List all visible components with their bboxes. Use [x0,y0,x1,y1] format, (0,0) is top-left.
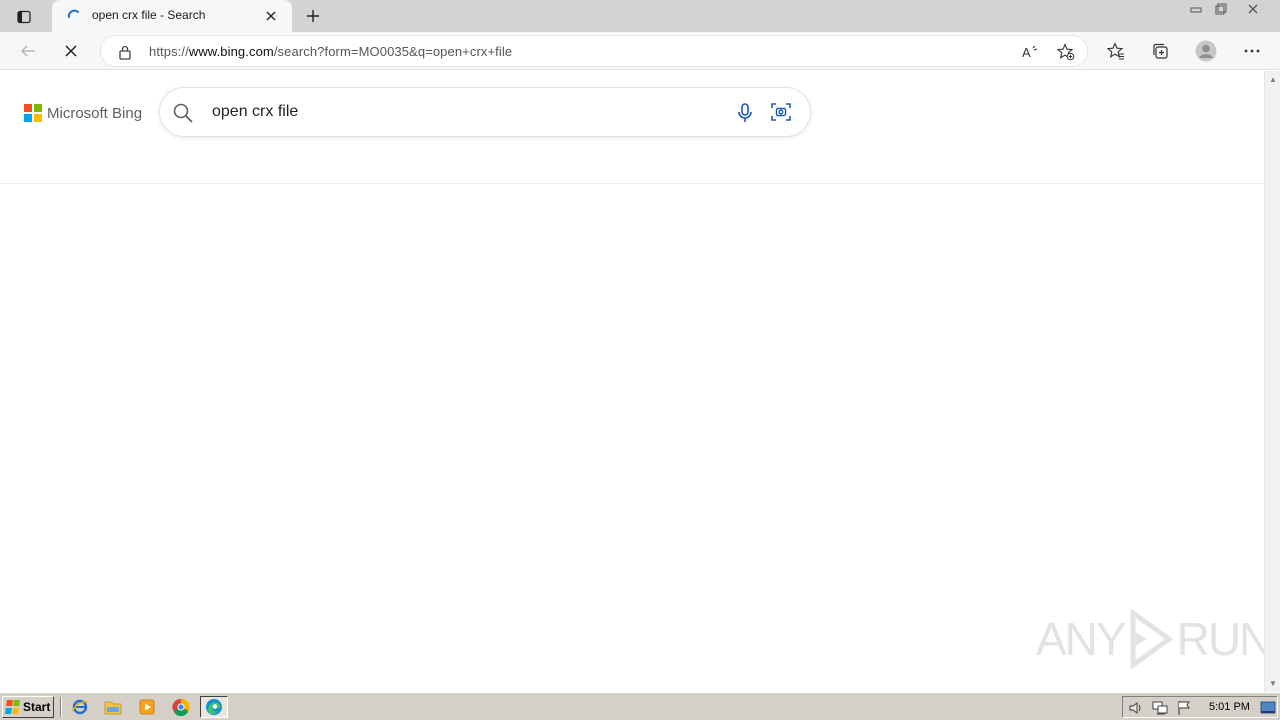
page-content: Microsoft Bing open crx file ANY RUN [0,71,1272,692]
quicklaunch-separator [60,697,62,717]
windows-flag-icon [5,700,21,714]
media-player-icon[interactable] [133,696,161,718]
start-button[interactable]: Start [2,696,54,718]
volume-icon[interactable] [1128,700,1144,716]
chrome-icon[interactable] [167,696,195,718]
watermark-left-text: ANY [1036,613,1127,665]
close-window-button[interactable] [1240,0,1266,18]
back-arrow-icon[interactable] [15,39,41,63]
favorites-icon[interactable] [1103,39,1129,63]
anyrun-watermark: ANY RUN [1036,609,1273,669]
url-text[interactable]: https://www.bing.com/search?form=MO0035&… [149,44,512,59]
more-icon[interactable] [1239,39,1265,63]
microsoft-logo-icon [24,104,42,122]
address-bar[interactable]: https://www.bing.com/search?form=MO0035&… [100,35,1088,67]
show-desktop-icon[interactable] [1260,700,1276,716]
taskbar: Start 5:01 PM [0,692,1280,720]
system-tray: 5:01 PM [1122,696,1278,718]
lock-icon[interactable] [117,44,133,60]
watermark-right-text: RUN [1176,613,1273,665]
tab-actions-icon[interactable] [12,6,36,28]
restore-button[interactable] [1208,0,1234,18]
scroll-down-icon[interactable]: ▼ [1269,679,1277,688]
vertical-scrollbar[interactable]: ▲ ▼ [1264,71,1280,692]
action-center-flag-icon[interactable] [1176,700,1192,716]
edge-icon[interactable] [200,696,228,718]
microphone-icon[interactable] [735,102,755,124]
svg-text:A: A [1022,45,1031,60]
header-divider [0,183,1264,184]
tab-strip: open crx file - Search [0,0,1280,32]
new-tab-button[interactable] [302,5,324,27]
start-label: Start [23,700,51,714]
collections-icon[interactable] [1147,39,1173,63]
stop-x-icon[interactable] [58,39,84,63]
close-tab-icon[interactable] [262,7,280,25]
bing-logo-text: Microsoft Bing [47,104,143,122]
network-icon[interactable] [1152,700,1168,716]
bing-logo[interactable]: Microsoft Bing [24,104,142,122]
clock[interactable]: 5:01 PM [1209,701,1250,713]
scroll-up-icon[interactable]: ▲ [1269,75,1277,84]
add-favorite-icon[interactable] [1055,42,1077,62]
watermark-play-icon [1130,609,1173,669]
visual-search-icon[interactable] [770,101,792,123]
minimize-button[interactable] [1183,0,1209,18]
browser-toolbar: https://www.bing.com/search?form=MO0035&… [0,32,1280,70]
search-box[interactable]: open crx file [160,88,810,136]
browser-tab[interactable]: open crx file - Search [52,0,292,32]
tab-title: open crx file - Search [92,8,206,22]
profile-icon[interactable] [1193,39,1219,63]
internet-explorer-icon[interactable] [66,696,94,718]
loading-spinner-icon [66,8,82,24]
search-input[interactable]: open crx file [212,103,298,121]
read-aloud-icon[interactable]: A [1019,42,1041,62]
file-explorer-icon[interactable] [99,696,127,718]
search-icon[interactable] [172,102,194,124]
